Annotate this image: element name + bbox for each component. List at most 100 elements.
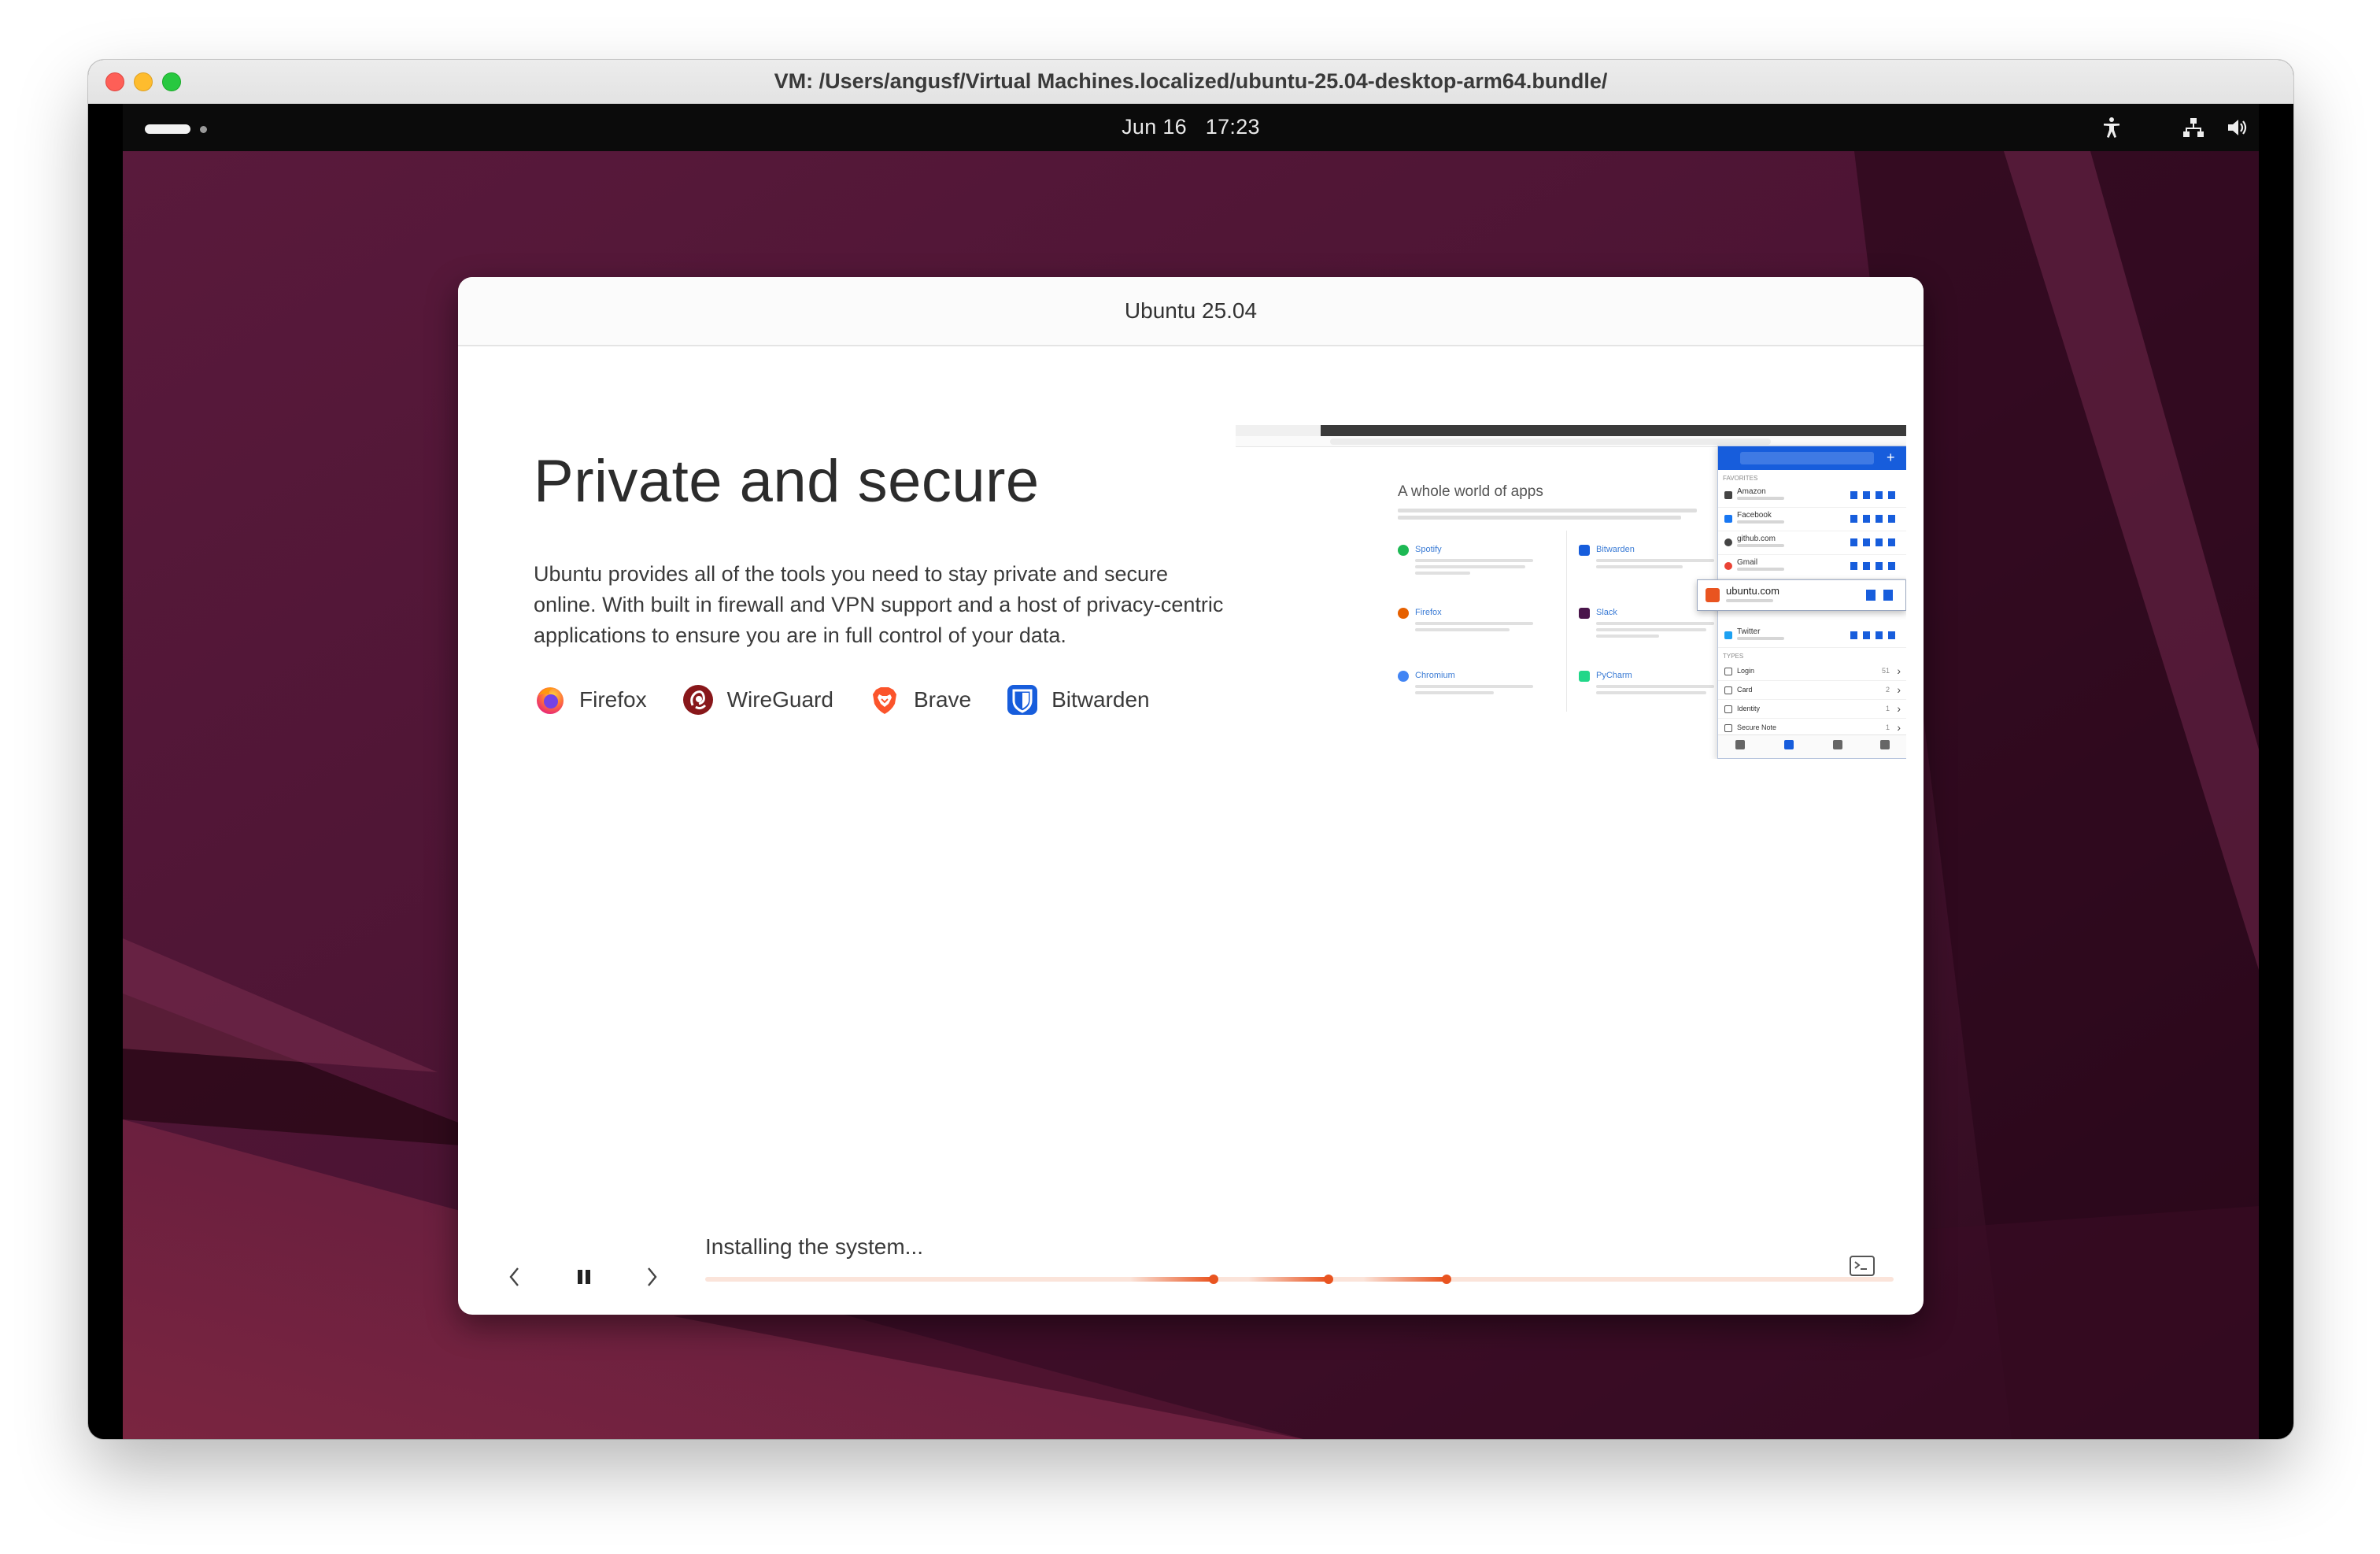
row-actions — [1850, 515, 1901, 523]
preview-app-name: PyCharm — [1596, 671, 1632, 680]
preview-text-line — [1737, 568, 1784, 571]
clock-time: 17:23 — [1205, 115, 1260, 139]
preview-app-name: Slack — [1596, 608, 1617, 617]
ubuntu-icon — [1706, 588, 1720, 602]
app-label: Firefox — [579, 687, 647, 712]
preview-type-row: Identity 1 › — [1718, 700, 1906, 719]
item-icon — [1724, 538, 1732, 546]
preview-app-name: Bitwarden — [1596, 545, 1635, 554]
app-label: WireGuard — [726, 687, 833, 712]
chevron-right-icon: › — [1897, 721, 1901, 734]
clock[interactable]: Jun 16 17:23 — [123, 115, 2259, 139]
bitwarden-icon — [1579, 545, 1590, 556]
vault-icon — [1784, 740, 1794, 749]
preview-vault-item: Twitter — [1737, 627, 1761, 636]
row-actions — [1850, 562, 1901, 570]
preview-address-field — [1330, 438, 1771, 445]
preview-type-count: 51 — [1881, 667, 1890, 675]
preview-text-line — [1415, 685, 1533, 688]
window-title: VM: /Users/angusf/Virtual Machines.local… — [774, 69, 1608, 93]
tab-icon — [1735, 740, 1745, 749]
dialog-title: Ubuntu 25.04 — [1124, 298, 1258, 323]
volume-icon[interactable] — [2226, 116, 2249, 139]
preview-text-line — [1596, 691, 1706, 694]
preview-text-line — [1398, 516, 1681, 520]
pause-slideshow-button[interactable] — [568, 1261, 600, 1293]
install-status-text: Installing the system... — [705, 1234, 924, 1259]
previous-slide-button[interactable] — [499, 1261, 530, 1293]
clock-date: Jun 16 — [1122, 115, 1187, 139]
preview-type-count: 1 — [1885, 705, 1890, 712]
preview-vault-item: Facebook — [1737, 511, 1772, 520]
preview-title-bar — [1321, 425, 1906, 436]
pycharm-icon — [1579, 671, 1590, 682]
chevron-right-icon: › — [1897, 683, 1901, 696]
preview-app-name: Chromium — [1415, 671, 1455, 680]
app-label: Brave — [913, 687, 972, 712]
generator-icon — [1833, 740, 1842, 749]
preview-type-count: 2 — [1885, 686, 1890, 694]
preview-section-label: FAVORITES — [1723, 475, 1758, 482]
preview-text-line — [1415, 565, 1525, 568]
preview-text-line — [1737, 637, 1784, 640]
preview-type-row: Login 51 › — [1718, 662, 1906, 681]
installer-dialog: Ubuntu 25.04 Private and secure Ubuntu p… — [458, 277, 1924, 1315]
item-icon — [1724, 631, 1732, 639]
item-icon — [1724, 562, 1732, 570]
progress-pulse — [1248, 1277, 1327, 1282]
preview-text-line — [1596, 622, 1714, 625]
preview-text-line — [1415, 572, 1470, 575]
chevron-right-icon: › — [1897, 664, 1901, 677]
progress-pulse-head — [1209, 1275, 1218, 1284]
preview-text-line — [1596, 628, 1706, 631]
preview-text-line — [1415, 628, 1510, 631]
pause-icon — [578, 1270, 590, 1284]
preview-vault-item: Amazon — [1737, 487, 1766, 496]
progress-pulse — [1130, 1277, 1212, 1282]
preview-type-label: Card — [1737, 686, 1753, 694]
slide-body: Ubuntu provides all of the tools you nee… — [534, 562, 1224, 647]
preview-type-label: Login — [1737, 667, 1755, 675]
item-icon — [1724, 686, 1732, 694]
preview-app-name: Firefox — [1415, 608, 1442, 617]
preview-autofill-label: ubuntu.com — [1726, 585, 1779, 597]
item-icon — [1724, 724, 1732, 732]
preview-section-label: TYPES — [1723, 653, 1744, 660]
preview-text-line — [1415, 691, 1494, 694]
accessibility-icon[interactable] — [2100, 116, 2123, 139]
row-actions — [1850, 538, 1901, 546]
preview-vault-row: Facebook — [1718, 508, 1906, 531]
preview-app-name: Spotify — [1415, 545, 1442, 554]
firefox-icon — [1398, 608, 1409, 619]
preview-vault-row: Amazon — [1718, 484, 1906, 508]
preview-heading: A whole world of apps — [1398, 483, 1543, 500]
item-icon — [1724, 491, 1732, 499]
firefox-icon — [537, 687, 564, 714]
dialog-header[interactable]: Ubuntu 25.04 — [458, 277, 1924, 346]
chevron-right-icon: › — [1897, 702, 1901, 715]
chevron-left-icon — [509, 1267, 519, 1286]
app-item-firefox: Firefox — [534, 683, 647, 716]
slide-screenshot: A whole world of apps Spotify Bitwarden … — [1236, 425, 1906, 759]
item-icon — [1724, 705, 1732, 713]
app-item-bitwarden: Bitwarden — [1006, 683, 1150, 716]
wireguard-icon — [682, 685, 713, 715]
window-titlebar[interactable]: VM: /Users/angusf/Virtual Machines.local… — [88, 60, 2293, 104]
preview-search-field — [1740, 452, 1874, 464]
slack-icon — [1579, 608, 1590, 619]
preview-vault-row: Gmail — [1718, 555, 1906, 579]
row-actions — [1850, 491, 1901, 499]
spotify-icon — [1398, 545, 1409, 556]
app-list: Firefox WireGuard Brave Bitwarden — [534, 682, 1184, 718]
preview-text-line — [1415, 622, 1533, 625]
preview-type-label: Secure Note — [1737, 723, 1777, 731]
add-icon: + — [1887, 450, 1895, 465]
next-slide-button[interactable] — [636, 1261, 667, 1293]
preview-text-line — [1726, 599, 1773, 602]
chevron-right-icon — [648, 1267, 657, 1286]
preview-text-line — [1737, 497, 1784, 500]
preview-text-line — [1737, 544, 1784, 547]
preview-type-count: 1 — [1885, 723, 1890, 731]
preview-text-line — [1415, 559, 1533, 562]
network-wired-icon[interactable] — [2182, 116, 2205, 139]
